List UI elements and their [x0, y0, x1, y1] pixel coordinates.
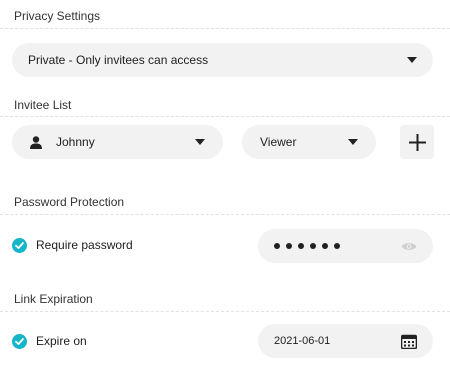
checkmark-icon — [15, 338, 24, 345]
password-divider — [0, 214, 450, 215]
invitee-role-value: Viewer — [260, 135, 297, 149]
password-masked-value — [274, 243, 340, 249]
password-input[interactable] — [258, 229, 433, 263]
person-icon — [30, 135, 42, 149]
expiration-divider — [0, 311, 450, 312]
privacy-divider — [0, 28, 450, 29]
plus-icon — [408, 133, 426, 151]
privacy-settings-heading: Privacy Settings — [14, 9, 101, 23]
eye-icon[interactable] — [401, 241, 417, 252]
chevron-down-icon — [195, 139, 205, 145]
privacy-select[interactable]: Private - Only invitees can access — [12, 43, 433, 77]
expire-on-checkbox[interactable] — [12, 334, 27, 349]
link-expiration-heading: Link Expiration — [14, 292, 93, 306]
checkmark-icon — [15, 242, 24, 249]
add-invitee-button[interactable] — [400, 125, 434, 159]
require-password-label: Require password — [36, 238, 133, 252]
invitee-user-name: Johnny — [56, 135, 95, 149]
password-protection-heading: Password Protection — [14, 195, 125, 209]
invitee-role-select[interactable]: Viewer — [242, 125, 376, 159]
expiration-date-value: 2021-06-01 — [274, 335, 331, 347]
expiration-date-input[interactable]: 2021-06-01 — [258, 324, 433, 358]
calendar-icon[interactable] — [401, 334, 417, 349]
invitee-user-select[interactable]: Johnny — [12, 125, 223, 159]
invitee-divider — [0, 116, 450, 117]
require-password-checkbox[interactable] — [12, 238, 27, 253]
privacy-select-value: Private - Only invitees can access — [28, 53, 209, 67]
chevron-down-icon — [407, 57, 417, 63]
chevron-down-icon — [348, 139, 358, 145]
expire-on-label: Expire on — [36, 334, 87, 348]
invitee-list-heading: Invitee List — [14, 98, 72, 112]
